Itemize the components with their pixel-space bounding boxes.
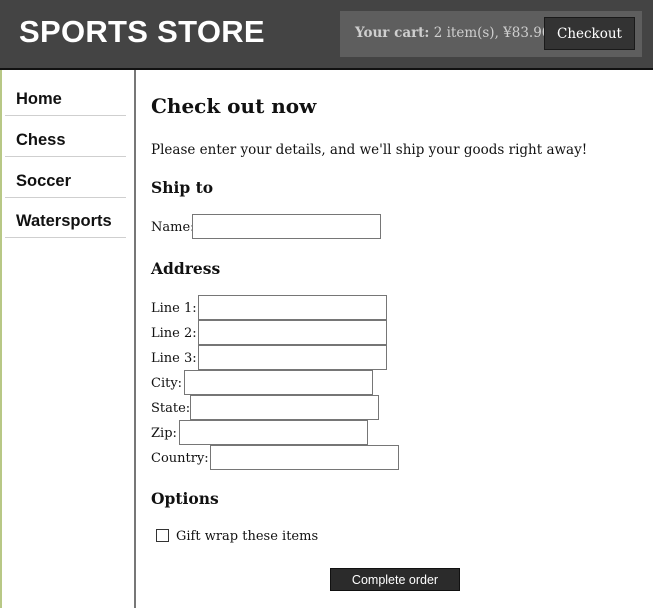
country-label: Country: [151, 451, 209, 466]
name-label: Name: [151, 220, 195, 235]
cart-summary: Your cart: 2 item(s), ¥83.90 [355, 25, 550, 41]
category-sidebar: Home Chess Soccer Watersports [0, 70, 136, 608]
sidebar-item-chess[interactable]: Chess [5, 117, 126, 157]
line2-input[interactable] [198, 320, 387, 345]
page-title: Check out now [151, 94, 317, 118]
intro-text: Please enter your details, and we'll shi… [151, 142, 588, 158]
sidebar-item-label: Chess [16, 131, 66, 149]
cart-summary-value: 2 item(s), ¥83.90 [433, 25, 551, 41]
ship-to-heading: Ship to [151, 178, 214, 197]
sidebar-item-label: Home [16, 90, 62, 108]
header-bar: SPORTS STORE Your cart: 2 item(s), ¥83.9… [0, 0, 653, 70]
zip-label: Zip: [151, 426, 177, 441]
store-brand: SPORTS STORE [19, 14, 265, 49]
sidebar-item-label: Watersports [16, 212, 112, 230]
gift-wrap-label: Gift wrap these items [176, 529, 319, 544]
cart-summary-panel: Your cart: 2 item(s), ¥83.90 Checkout [340, 11, 642, 57]
city-label: City: [151, 376, 183, 391]
sidebar-item-soccer[interactable]: Soccer [5, 158, 126, 198]
line1-label: Line 1: [151, 301, 197, 316]
state-label: State: [151, 401, 191, 416]
sidebar-item-home[interactable]: Home [5, 76, 126, 116]
city-input[interactable] [184, 370, 373, 395]
sidebar-item-watersports[interactable]: Watersports [5, 198, 126, 238]
line3-label: Line 3: [151, 351, 197, 366]
zip-input[interactable] [179, 420, 368, 445]
complete-order-button[interactable]: Complete order [330, 568, 460, 591]
gift-wrap-checkbox[interactable] [156, 529, 169, 542]
sidebar-item-label: Soccer [16, 172, 72, 190]
cart-label: Your cart: [355, 25, 430, 41]
name-input[interactable] [192, 214, 381, 239]
line2-label: Line 2: [151, 326, 197, 341]
country-input[interactable] [210, 445, 399, 470]
checkout-form: Check out now Please enter your details,… [151, 70, 646, 608]
address-heading: Address [151, 259, 221, 278]
line1-input[interactable] [198, 295, 387, 320]
state-input[interactable] [190, 395, 379, 420]
line3-input[interactable] [198, 345, 387, 370]
checkout-button[interactable]: Checkout [544, 17, 635, 50]
options-heading: Options [151, 489, 219, 508]
